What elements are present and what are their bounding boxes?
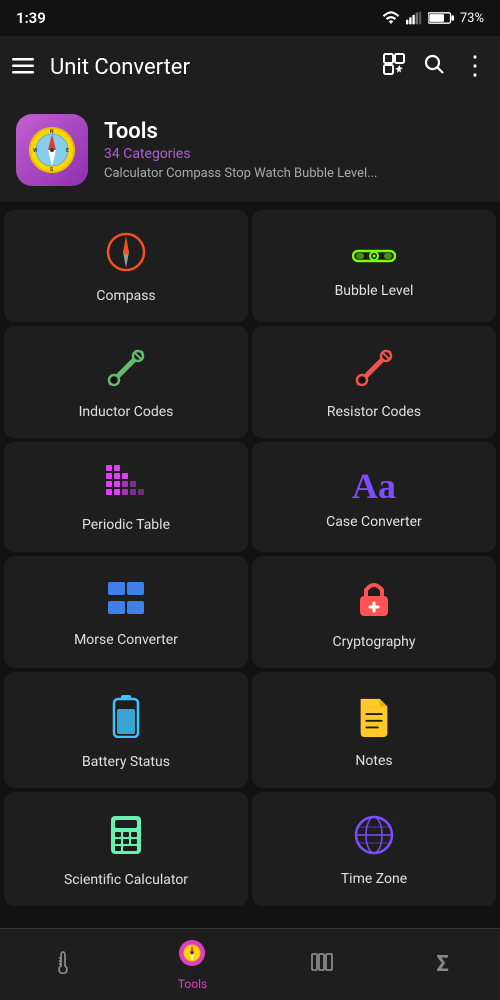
resistor-label: Resistor Codes — [327, 404, 421, 420]
nav-item-collections[interactable] — [310, 950, 334, 980]
grid-item-morse-converter[interactable]: Morse Converter — [4, 556, 248, 668]
tools-icon-wrap: N E S W — [16, 114, 88, 186]
tools-nav-icon — [178, 939, 206, 973]
svg-text:E: E — [66, 148, 69, 154]
grid-item-time-zone[interactable]: Time Zone — [252, 792, 496, 906]
category-count: 34 Categories — [104, 146, 378, 162]
grid-item-compass[interactable]: Compass — [4, 210, 248, 322]
category-description: Calculator Compass Stop Watch Bubble Lev… — [104, 166, 378, 181]
grid-star-button[interactable] — [382, 52, 406, 82]
menu-button[interactable] — [12, 55, 34, 80]
grid-item-battery-status[interactable]: Battery Status — [4, 672, 248, 788]
inductor-icon — [106, 348, 146, 394]
compass-label: Compass — [96, 288, 155, 304]
case-converter-icon: Aa — [352, 468, 396, 504]
grid-item-scientific-calculator[interactable]: Scientific Calculator — [4, 792, 248, 906]
header-info: Tools 34 Categories Calculator Compass S… — [104, 119, 378, 181]
morse-label: Morse Converter — [74, 632, 178, 648]
tools-compass-icon: N E S W — [28, 126, 76, 174]
more-options-button[interactable]: ⋮ — [462, 53, 488, 81]
header-card: N E S W Tools 34 Categories Calculator C… — [0, 98, 500, 202]
bubble-level-icon — [352, 237, 396, 273]
grid-item-resistor-codes[interactable]: Resistor Codes — [252, 326, 496, 438]
battery-status-icon — [112, 694, 140, 744]
header-title: Tools — [104, 119, 378, 144]
bottom-nav: Tools Σ — [0, 928, 500, 1000]
search-button[interactable] — [422, 52, 446, 82]
scroll-area: N E S W Tools 34 Categories Calculator C… — [0, 98, 500, 928]
notes-icon — [356, 695, 392, 743]
tools-nav-label: Tools — [178, 977, 207, 991]
timezone-label: Time Zone — [341, 871, 407, 887]
calculator-icon — [109, 814, 143, 862]
sigma-nav-icon: Σ — [436, 952, 448, 977]
grid-item-notes[interactable]: Notes — [252, 672, 496, 788]
bubble-level-label: Bubble Level — [335, 283, 414, 299]
svg-text:W: W — [33, 148, 38, 154]
app-bar-actions: ⋮ — [382, 52, 488, 82]
battery-percentage: 73% — [460, 11, 484, 26]
battery-status-label: Battery Status — [82, 754, 170, 770]
collections-nav-icon — [310, 950, 334, 980]
nav-item-temperature[interactable] — [51, 950, 75, 980]
status-icons: 73% — [382, 11, 484, 26]
nav-item-sigma[interactable]: Σ — [436, 952, 448, 977]
crypto-icon — [356, 578, 392, 624]
case-converter-label: Case Converter — [326, 514, 422, 530]
tools-grid: Compass Bubble Level — [0, 206, 500, 910]
app-bar: Unit Converter ⋮ — [0, 36, 500, 98]
app-title: Unit Converter — [50, 55, 382, 80]
grid-item-bubble-level[interactable]: Bubble Level — [252, 210, 496, 322]
calculator-label: Scientific Calculator — [64, 872, 188, 888]
signal-icon — [406, 11, 422, 25]
periodic-label: Periodic Table — [82, 517, 170, 533]
svg-text:N: N — [50, 129, 54, 135]
periodic-icon — [106, 465, 146, 507]
grid-item-inductor-codes[interactable]: Inductor Codes — [4, 326, 248, 438]
battery-icon — [428, 11, 454, 25]
crypto-label: Cryptography — [332, 634, 415, 650]
grid-item-cryptography[interactable]: Cryptography — [252, 556, 496, 668]
notes-label: Notes — [355, 753, 392, 769]
wifi-icon — [382, 11, 400, 25]
nav-item-tools[interactable]: Tools — [178, 939, 207, 991]
status-bar: 1:39 73% — [0, 0, 500, 36]
resistor-icon — [354, 348, 394, 394]
grid-item-periodic-table[interactable]: Periodic Table — [4, 442, 248, 552]
grid-item-case-converter[interactable]: Aa Case Converter — [252, 442, 496, 552]
svg-text:S: S — [50, 167, 53, 173]
morse-icon — [106, 580, 146, 622]
timezone-icon — [354, 815, 394, 861]
thermometer-nav-icon — [51, 950, 75, 980]
compass-icon — [106, 232, 146, 278]
inductor-label: Inductor Codes — [79, 404, 174, 420]
status-time: 1:39 — [16, 9, 46, 27]
